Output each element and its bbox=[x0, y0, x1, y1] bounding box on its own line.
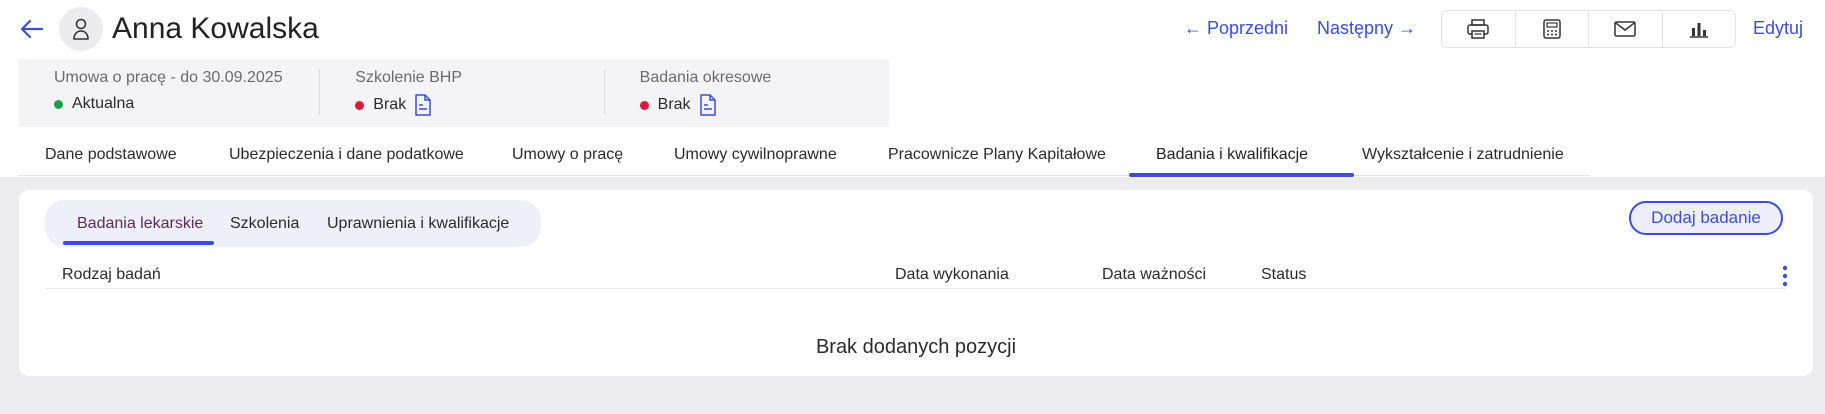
calculator-icon bbox=[1543, 19, 1561, 39]
calculator-button[interactable] bbox=[1516, 11, 1589, 47]
bhp-summary: Szkolenie BHP Brak bbox=[320, 59, 605, 127]
medical-status: Brak bbox=[639, 94, 889, 116]
active-tab-indicator bbox=[1129, 173, 1354, 177]
empty-state-message: Brak dodanych pozycji bbox=[815, 336, 1017, 358]
contract-label: Umowa o pracę - do 30.09.2025 bbox=[54, 69, 283, 86]
bhp-status-text: Brak bbox=[373, 96, 407, 113]
tab-badania-i-kwalifikacje[interactable]: Badania i kwalifikacje bbox=[1156, 145, 1308, 165]
contract-summary: Umowa o pracę - do 30.09.2025 Aktualna bbox=[19, 59, 321, 127]
bar-chart-icon bbox=[1689, 23, 1708, 38]
mail-button[interactable] bbox=[1589, 11, 1663, 47]
tab-dane-podstawowe[interactable]: Dane podstawowe bbox=[45, 145, 177, 165]
status-dot-red bbox=[639, 100, 649, 110]
printer-icon bbox=[1467, 19, 1489, 39]
bhp-label: Szkolenie BHP bbox=[355, 69, 463, 86]
medical-status-text: Brak bbox=[657, 96, 691, 113]
medical-summary: Badania okresowe Brak bbox=[605, 59, 889, 127]
next-link[interactable]: Następny → bbox=[1317, 17, 1416, 39]
status-dot-green bbox=[54, 99, 63, 109]
back-arrow-icon[interactable] bbox=[17, 14, 47, 44]
status-dot-red bbox=[355, 100, 365, 110]
active-subtab-indicator bbox=[63, 241, 214, 245]
main-tabs: Dane podstawowe Ubezpieczenia i dane pod… bbox=[19, 140, 1589, 177]
avatar bbox=[59, 7, 103, 51]
tab-ppk[interactable]: Pracownicze Plany Kapitałowe bbox=[888, 145, 1106, 165]
edit-link[interactable]: Edytuj bbox=[1753, 17, 1803, 39]
tab-umowy-cywilnoprawne[interactable]: Umowy cywilnoprawne bbox=[674, 145, 837, 165]
document-icon[interactable] bbox=[414, 94, 432, 116]
employee-name: Anna Kowalska bbox=[112, 12, 319, 45]
subtab-badania-lekarskie[interactable]: Badania lekarskie bbox=[77, 214, 203, 234]
subtab-uprawnienia[interactable]: Uprawnienia i kwalifikacje bbox=[327, 214, 509, 234]
previous-link[interactable]: ← Poprzedni bbox=[1184, 17, 1288, 39]
table-header: Rodzaj badań Data wykonania Data ważnośc… bbox=[45, 263, 1788, 289]
medical-label: Badania okresowe bbox=[639, 69, 772, 86]
person-icon bbox=[73, 18, 89, 40]
column-header-data-wykonania[interactable]: Data wykonania bbox=[895, 265, 1009, 285]
column-header-status[interactable]: Status bbox=[1261, 265, 1306, 285]
more-options-icon[interactable] bbox=[1775, 263, 1795, 289]
toolbar-icon-group bbox=[1441, 10, 1736, 48]
column-header-data-waznosci[interactable]: Data ważności bbox=[1102, 265, 1206, 285]
status-summary: Umowa o pracę - do 30.09.2025 Aktualna S… bbox=[19, 59, 889, 127]
subtab-szkolenia[interactable]: Szkolenia bbox=[230, 214, 299, 234]
subtabs: Badania lekarskie Szkolenia Uprawnienia … bbox=[45, 200, 541, 247]
contract-status-text: Aktualna bbox=[72, 95, 135, 112]
column-header-rodzaj[interactable]: Rodzaj badań bbox=[62, 265, 161, 285]
contract-status: Aktualna bbox=[54, 94, 320, 114]
statistics-button[interactable] bbox=[1663, 11, 1736, 47]
tab-ubezpieczenia[interactable]: Ubezpieczenia i dane podatkowe bbox=[229, 145, 464, 165]
add-exam-button[interactable]: Dodaj badanie bbox=[1629, 201, 1783, 235]
document-icon[interactable] bbox=[699, 94, 717, 116]
mail-icon bbox=[1614, 21, 1636, 37]
content-panel: Badania lekarskie Szkolenia Uprawnienia … bbox=[19, 190, 1813, 376]
print-button[interactable] bbox=[1442, 11, 1516, 47]
tab-wyksztalcenie[interactable]: Wykształcenie i zatrudnienie bbox=[1362, 145, 1564, 165]
tab-umowy-o-prace[interactable]: Umowy o pracę bbox=[512, 145, 623, 165]
bhp-status: Brak bbox=[355, 94, 604, 116]
